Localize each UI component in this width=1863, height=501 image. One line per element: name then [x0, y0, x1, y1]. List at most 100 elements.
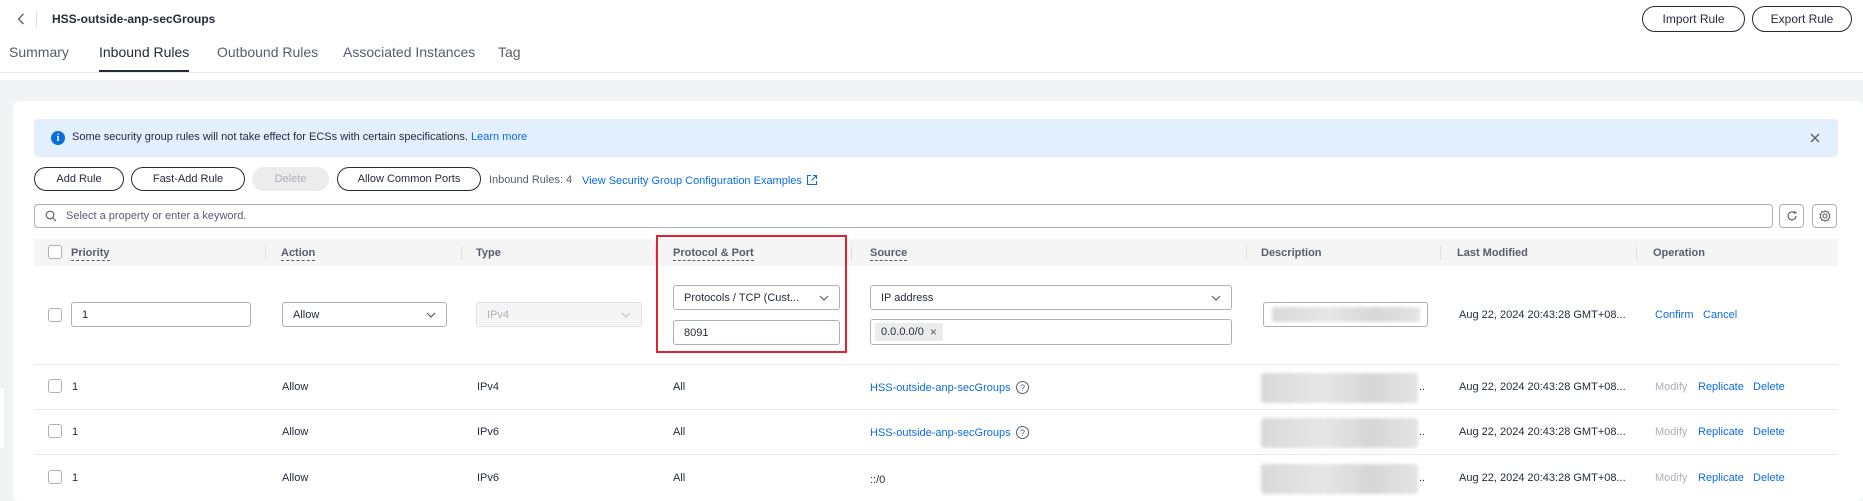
source-ip-input[interactable]: 0.0.0.0/0 ×	[870, 319, 1232, 345]
settings-button[interactable]	[1812, 204, 1837, 228]
redacted-text	[1272, 307, 1420, 322]
protocol-port-cell: All	[673, 426, 686, 438]
redacted-text	[1261, 373, 1418, 403]
search-icon	[45, 210, 57, 222]
delete-link[interactable]: Delete	[1753, 381, 1785, 393]
add-rule-button[interactable]: Add Rule	[34, 167, 124, 191]
examples-link-label: View Security Group Configuration Exampl…	[582, 175, 802, 187]
priority-cell: 1	[72, 426, 79, 438]
column-type: Type	[476, 247, 501, 259]
replicate-link[interactable]: Replicate	[1698, 426, 1744, 438]
protocol-port-cell: All	[673, 472, 686, 484]
search-input[interactable]	[66, 205, 1666, 227]
confirm-link[interactable]: Confirm	[1655, 309, 1694, 321]
source-type-select[interactable]: IP address	[870, 285, 1232, 310]
source-ip-tag: 0.0.0.0/0 ×	[875, 323, 943, 341]
row-checkbox[interactable]	[48, 424, 62, 438]
type-cell: IPv6	[477, 426, 500, 438]
type-cell: IPv6	[477, 472, 500, 484]
priority-cell: 1	[72, 472, 79, 484]
export-rule-button[interactable]: Export Rule	[1752, 6, 1852, 32]
description-ellipsis: ..	[1419, 426, 1426, 438]
page-header: HSS-outside-anp-secGroups Import Rule Ex…	[0, 0, 1863, 80]
column-last-modified: Last Modified	[1457, 247, 1528, 259]
action-select-value: Allow	[293, 308, 320, 321]
fast-add-rule-button[interactable]: Fast-Add Rule	[131, 167, 245, 191]
import-rule-button[interactable]: Import Rule	[1642, 6, 1745, 32]
last-modified: Aug 22, 2024 20:43:28 GMT+08...	[1459, 309, 1626, 321]
allow-common-ports-button[interactable]: Allow Common Ports	[337, 167, 481, 191]
search-bar	[34, 204, 1773, 228]
external-link-icon	[806, 174, 817, 186]
select-all-checkbox[interactable]	[48, 245, 62, 259]
last-modified: Aug 22, 2024 20:43:28 GMT+08...	[1459, 426, 1626, 438]
last-modified: Aug 22, 2024 20:43:28 GMT+08...	[1459, 381, 1626, 393]
row-checkbox[interactable]	[48, 308, 62, 322]
title-divider	[36, 10, 37, 28]
gear-icon	[1818, 210, 1831, 222]
delete-button[interactable]: Delete	[252, 167, 329, 191]
column-description: Description	[1261, 247, 1322, 259]
port-input[interactable]: 8091	[673, 320, 840, 345]
modify-link[interactable]: Modify	[1655, 472, 1687, 484]
type-select-value: IPv4	[487, 308, 510, 321]
replicate-link[interactable]: Replicate	[1698, 472, 1744, 484]
redacted-text	[1261, 464, 1418, 494]
back-button[interactable]	[12, 8, 30, 30]
tab-associated-instances[interactable]: Associated Instances	[343, 44, 475, 72]
chevron-left-icon	[17, 13, 24, 25]
modify-link[interactable]: Modify	[1655, 426, 1687, 438]
chevron-down-icon	[1211, 295, 1221, 301]
description-ellipsis: ..	[1419, 381, 1426, 393]
learn-more-link[interactable]: Learn more	[471, 131, 527, 143]
cancel-link[interactable]: Cancel	[1703, 309, 1737, 321]
refresh-icon	[1787, 210, 1797, 221]
delete-link[interactable]: Delete	[1753, 472, 1785, 484]
info-alert: i Some security group rules will not tak…	[34, 119, 1838, 157]
protocol-select[interactable]: Protocols / TCP (Cust...	[673, 285, 840, 310]
tab-tag[interactable]: Tag	[498, 44, 521, 72]
row-checkbox[interactable]	[48, 379, 62, 393]
last-modified: Aug 22, 2024 20:43:28 GMT+08...	[1459, 472, 1626, 484]
help-icon[interactable]: ?	[1016, 426, 1029, 439]
info-icon: i	[51, 131, 65, 145]
remove-tag-icon[interactable]: ×	[930, 325, 937, 339]
tabs-divider	[0, 72, 1863, 73]
replicate-link[interactable]: Replicate	[1698, 381, 1744, 393]
column-source[interactable]: Source	[870, 247, 908, 261]
tab-summary[interactable]: Summary	[9, 44, 69, 72]
chevron-down-icon	[426, 312, 436, 318]
modify-link[interactable]: Modify	[1655, 381, 1687, 393]
examples-link[interactable]: View Security Group Configuration Exampl…	[582, 174, 818, 187]
inbound-rules-count: Inbound Rules: 4	[489, 174, 573, 186]
redacted-text	[1261, 418, 1418, 448]
description-ellipsis: ..	[1419, 472, 1426, 484]
source-link[interactable]: HSS-outside-anp-secGroups	[870, 427, 1011, 439]
side-handle[interactable]	[0, 388, 4, 448]
page-title: HSS-outside-anp-secGroups	[52, 12, 216, 26]
alert-message: Some security group rules will not take …	[72, 131, 468, 143]
protocol-port-cell: All	[673, 381, 686, 393]
column-action[interactable]: Action	[281, 247, 316, 261]
priority-input[interactable]: 1	[71, 302, 251, 327]
priority-cell: 1	[72, 381, 79, 393]
close-icon[interactable]	[1804, 127, 1826, 149]
source-link[interactable]: HSS-outside-anp-secGroups	[870, 382, 1011, 394]
table-header: Priority Action Type Protocol & Port Sou…	[34, 239, 1838, 266]
chevron-down-icon	[621, 312, 631, 318]
tab-outbound-rules[interactable]: Outbound Rules	[217, 44, 318, 72]
action-select[interactable]: Allow	[282, 302, 447, 327]
column-priority[interactable]: Priority	[71, 247, 110, 261]
type-select: IPv4	[476, 302, 642, 327]
row-checkbox[interactable]	[48, 470, 62, 484]
action-cell: Allow	[282, 472, 309, 484]
column-protocol-port[interactable]: Protocol & Port	[673, 247, 754, 261]
tab-inbound-rules[interactable]: Inbound Rules	[99, 44, 190, 72]
description-input[interactable]	[1263, 302, 1428, 327]
chevron-down-icon	[819, 295, 829, 301]
delete-link[interactable]: Delete	[1753, 426, 1785, 438]
help-icon[interactable]: ?	[1016, 381, 1029, 394]
action-cell: Allow	[282, 426, 309, 438]
source-type-value: IP address	[881, 291, 934, 304]
refresh-button[interactable]	[1779, 204, 1804, 228]
